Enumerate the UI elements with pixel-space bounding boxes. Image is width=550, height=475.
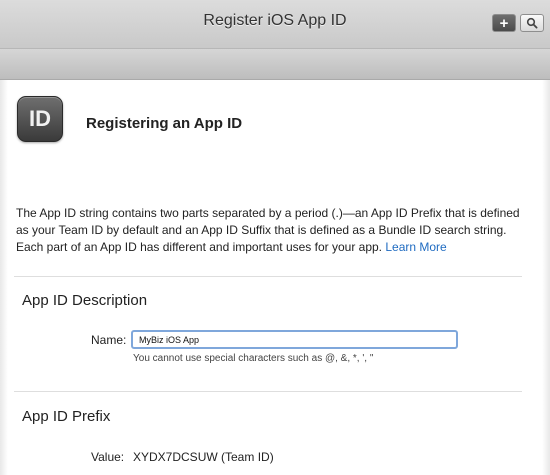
value-label: Value:	[91, 450, 125, 464]
window-title: Register iOS App ID	[203, 12, 347, 29]
divider	[14, 391, 522, 392]
name-hint: You cannot use special characters such a…	[133, 353, 374, 364]
app-id-description-heading: App ID Description	[22, 292, 148, 309]
app-id-icon-label: ID	[29, 106, 51, 131]
learn-more-link[interactable]: Learn More	[385, 240, 446, 254]
team-id-value: XYDX7DCSUW (Team ID)	[133, 450, 274, 464]
title-bar: Register iOS App ID +	[0, 0, 550, 49]
intro-text: The App ID string contains two parts sep…	[16, 205, 526, 256]
page-title: Registering an App ID	[86, 115, 243, 132]
plus-icon: +	[499, 14, 509, 32]
add-button[interactable]: +	[492, 14, 516, 32]
search-button[interactable]	[520, 14, 544, 32]
app-id-prefix-heading: App ID Prefix	[22, 408, 111, 425]
app-id-icon: ID	[17, 96, 63, 142]
search-icon	[526, 17, 538, 29]
name-label: Name:	[91, 333, 127, 347]
toolbar-strip	[0, 49, 550, 80]
divider	[14, 276, 522, 277]
name-field[interactable]	[131, 330, 458, 349]
